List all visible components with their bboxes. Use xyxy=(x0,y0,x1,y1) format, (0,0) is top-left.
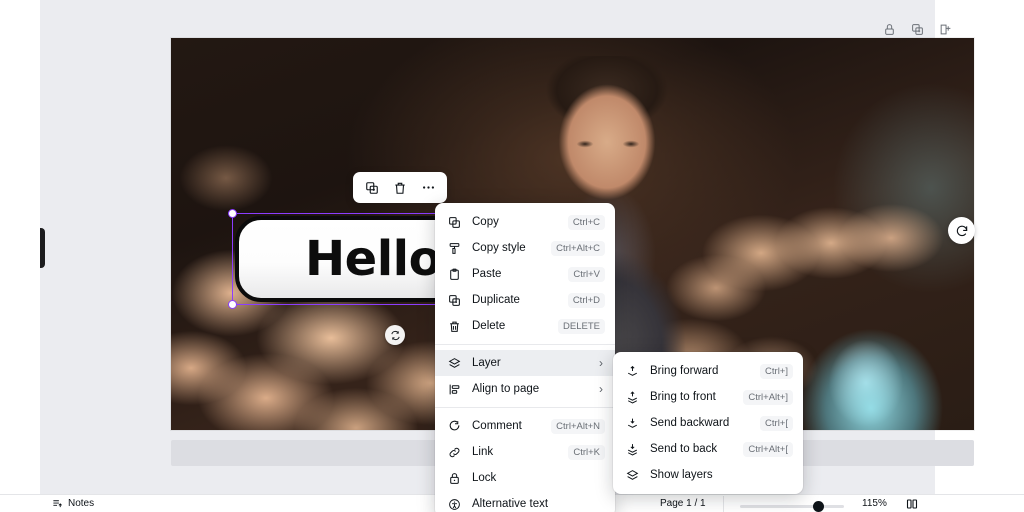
zoom-level[interactable]: 115% xyxy=(862,498,887,509)
menu-item-label: Link xyxy=(472,446,494,458)
resize-handle-top-left[interactable] xyxy=(228,209,237,218)
menu-item-label: Alternative text xyxy=(472,498,549,510)
delete-icon[interactable] xyxy=(387,175,413,200)
menu-item-link[interactable]: Link Ctrl+K xyxy=(435,439,615,465)
menu-item-duplicate[interactable]: Duplicate Ctrl+D xyxy=(435,287,615,313)
left-panel-collapse-handle[interactable] xyxy=(40,228,45,268)
lock-icon xyxy=(447,471,462,486)
menu-item-comment[interactable]: Comment Ctrl+Alt+N xyxy=(435,413,615,439)
menu-item-shortcut: Ctrl+Alt+C xyxy=(551,240,605,256)
submenu-item-label: Send backward xyxy=(650,417,730,429)
menu-item-shortcut: Ctrl+V xyxy=(568,266,605,282)
menu-item-label: Comment xyxy=(472,420,522,432)
menu-item-lock[interactable]: Lock xyxy=(435,465,615,491)
element-floating-toolbar[interactable] xyxy=(353,172,447,203)
menu-item-paste[interactable]: Paste Ctrl+V xyxy=(435,261,615,287)
menu-item-alternative-text[interactable]: Alternative text xyxy=(435,491,615,512)
menu-item-shortcut: Ctrl+Alt+N xyxy=(551,418,605,434)
duplicate-page-icon[interactable] xyxy=(906,18,928,40)
menu-item-shortcut: DELETE xyxy=(558,318,605,334)
resize-handle-bottom-left[interactable] xyxy=(228,300,237,309)
menu-item-delete[interactable]: Delete DELETE xyxy=(435,313,615,339)
submenu-item-label: Bring forward xyxy=(650,365,719,377)
duplicate-icon xyxy=(447,293,462,308)
zoom-slider-knob[interactable] xyxy=(813,501,824,512)
alternative-text-icon xyxy=(447,497,462,512)
page-indicator[interactable]: Page 1 / 1 xyxy=(660,498,706,509)
show-layers-icon xyxy=(625,468,640,483)
rotate-handle[interactable] xyxy=(385,325,405,345)
submenu-item-send-backward[interactable]: Send backward Ctrl+[ xyxy=(613,410,803,436)
more-options-icon[interactable] xyxy=(415,175,441,200)
submenu-item-shortcut: Ctrl+Alt+] xyxy=(743,389,793,405)
send-to-back-icon xyxy=(625,442,640,457)
menu-separator xyxy=(435,344,615,345)
menu-separator xyxy=(435,407,615,408)
copy-style-icon xyxy=(447,241,462,256)
left-gutter xyxy=(0,0,40,512)
submenu-item-label: Bring to front xyxy=(650,391,716,403)
notes-icon xyxy=(52,498,63,509)
submenu-item-label: Send to back xyxy=(650,443,718,455)
page-tools xyxy=(878,18,956,40)
bring-to-front-icon xyxy=(625,390,640,405)
menu-item-layer[interactable]: Layer › xyxy=(435,350,615,376)
menu-item-label: Copy style xyxy=(472,242,526,254)
layer-submenu[interactable]: Bring forward Ctrl+] Bring to front Ctrl… xyxy=(613,352,803,494)
submenu-item-bring-to-front[interactable]: Bring to front Ctrl+Alt+] xyxy=(613,384,803,410)
delete-icon xyxy=(447,319,462,334)
link-icon xyxy=(447,445,462,460)
menu-item-label: Lock xyxy=(472,472,497,484)
menu-item-align-to-page[interactable]: Align to page › xyxy=(435,376,615,402)
comment-icon xyxy=(447,419,462,434)
submenu-item-label: Show layers xyxy=(650,469,713,481)
menu-item-shortcut: Ctrl+C xyxy=(567,214,605,230)
submenu-item-bring-forward[interactable]: Bring forward Ctrl+] xyxy=(613,358,803,384)
chevron-right-icon: › xyxy=(599,356,603,370)
status-divider xyxy=(723,496,724,512)
canva-editor-window: Hello Copy Ctrl+C Copy style Ctrl+Alt+C … xyxy=(0,0,1024,512)
menu-item-label: Delete xyxy=(472,320,506,332)
notes-button[interactable]: Notes xyxy=(52,498,94,509)
rotate-plus-icon[interactable] xyxy=(948,217,975,244)
submenu-item-shortcut: Ctrl+Alt+[ xyxy=(743,441,793,457)
menu-item-label: Layer xyxy=(472,357,501,369)
menu-item-label: Paste xyxy=(472,268,502,280)
bring-forward-icon xyxy=(625,364,640,379)
send-backward-icon xyxy=(625,416,640,431)
copy-icon xyxy=(447,215,462,230)
submenu-item-shortcut: Ctrl+] xyxy=(760,363,793,379)
hello-text: Hello xyxy=(305,231,442,287)
grid-view-icon[interactable] xyxy=(906,498,918,510)
submenu-item-send-to-back[interactable]: Send to back Ctrl+Alt+[ xyxy=(613,436,803,462)
lock-icon[interactable] xyxy=(878,18,900,40)
export-page-icon[interactable] xyxy=(934,18,956,40)
duplicate-icon[interactable] xyxy=(359,175,385,200)
menu-item-shortcut: Ctrl+D xyxy=(567,292,605,308)
notes-label: Notes xyxy=(68,498,95,509)
menu-item-copy-style[interactable]: Copy style Ctrl+Alt+C xyxy=(435,235,615,261)
chevron-right-icon: › xyxy=(599,382,603,396)
context-menu[interactable]: Copy Ctrl+C Copy style Ctrl+Alt+C Paste … xyxy=(435,203,615,512)
menu-item-shortcut: Ctrl+K xyxy=(568,444,605,460)
paste-icon xyxy=(447,267,462,282)
menu-item-label: Align to page xyxy=(472,383,540,395)
menu-item-copy[interactable]: Copy Ctrl+C xyxy=(435,209,615,235)
menu-item-label: Copy xyxy=(472,216,499,228)
zoom-slider[interactable] xyxy=(740,501,844,512)
layer-icon xyxy=(447,356,462,371)
align-to-page-icon xyxy=(447,382,462,397)
menu-item-label: Duplicate xyxy=(472,294,520,306)
submenu-item-show-layers[interactable]: Show layers xyxy=(613,462,803,488)
submenu-item-shortcut: Ctrl+[ xyxy=(760,415,793,431)
